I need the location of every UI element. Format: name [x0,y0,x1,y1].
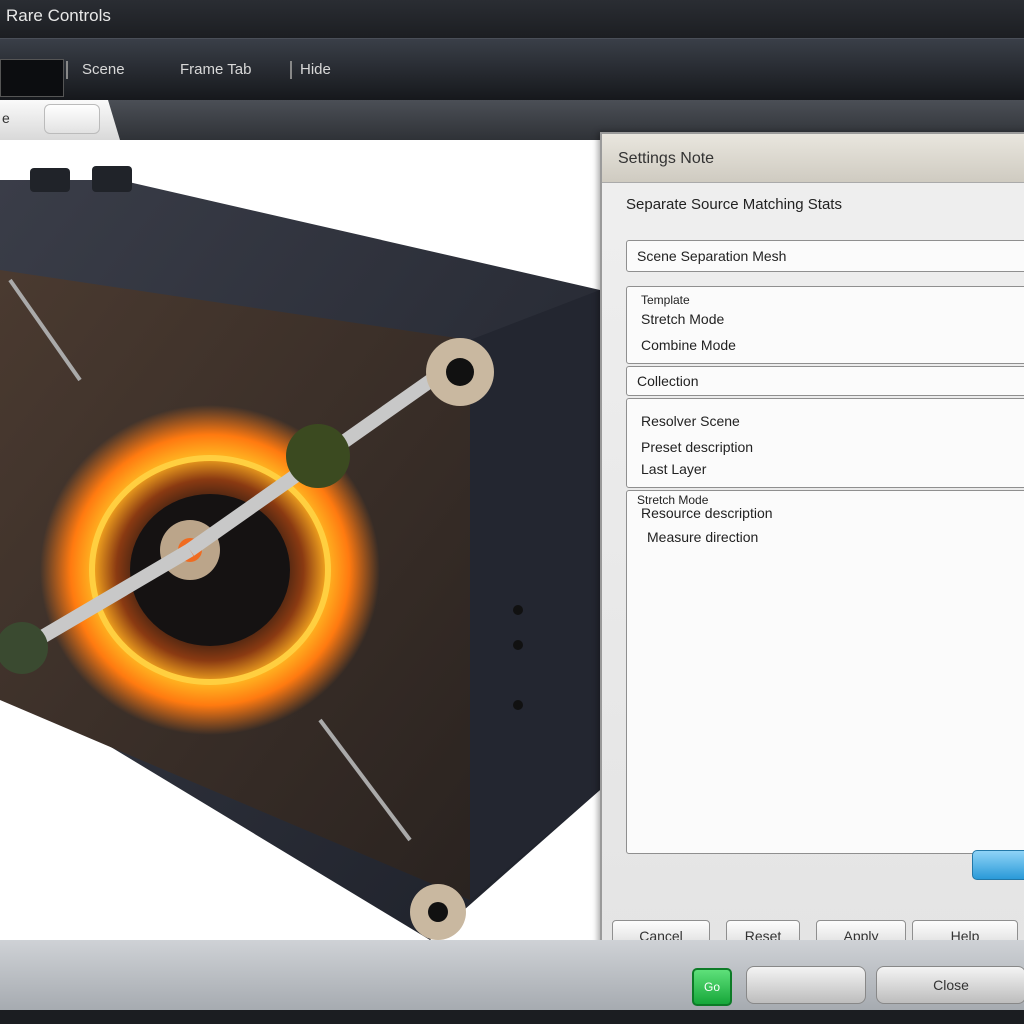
device-illustration [0,166,600,940]
dialog-title: Settings Note [618,150,715,167]
measure-direction-line: Measure direction [647,529,759,545]
stretch-mode-line: Stretch Mode [641,311,725,327]
tab-close-button[interactable] [44,104,100,134]
toolbar: Scene Frame Tab Hide [0,38,1024,101]
resolver-field[interactable]: Resolver Scene Preset description Last L… [626,398,1024,488]
resource-description-line: Resource description [641,505,773,521]
stretch-mode-panel[interactable]: Stretch Mode Resource description Measur… [626,490,1024,854]
collection-field[interactable]: Collection [626,366,1024,396]
last-layer-line: Last Layer [641,461,707,477]
ok-button[interactable] [972,850,1024,880]
toolbar-panel[interactable] [0,59,64,97]
toolbar-separator [66,61,68,79]
toolbar-separator [290,61,292,79]
toolbar-item-hide[interactable]: Hide [300,61,331,78]
dialog-titlebar: Settings Note [602,134,1024,183]
toolbar-item-scene[interactable]: Scene [82,61,125,78]
settings-dialog: Settings Note Separate Source Matching S… [600,132,1024,966]
window-title: Rare Controls [6,6,111,25]
window-titlebar: Rare Controls [0,0,1024,38]
combine-mode-line: Combine Mode [641,337,736,353]
template-line: Template [641,293,690,307]
close-button[interactable]: Close [876,966,1024,1004]
bottom-strip [0,1010,1024,1024]
scene-mesh-value: Scene Separation Mesh [637,248,787,264]
preset-description-line: Preset description [641,439,754,455]
status-bar [0,940,1024,1024]
go-icon[interactable]: Go [692,968,732,1006]
secondary-button[interactable] [746,966,866,1004]
tab-label: e [2,110,10,126]
toolbar-item-frame-tab[interactable]: Frame Tab [180,61,251,78]
template-field[interactable]: Template Stretch Mode Combine Mode [626,286,1024,364]
dialog-subtitle: Separate Source Matching Stats [626,196,842,213]
scene-mesh-field[interactable]: Scene Separation Mesh [626,240,1024,272]
resolver-scene-line: Resolver Scene [641,413,740,429]
viewport-canvas[interactable] [0,140,600,940]
tab-active[interactable]: e [0,100,120,140]
collection-value: Collection [637,373,699,389]
